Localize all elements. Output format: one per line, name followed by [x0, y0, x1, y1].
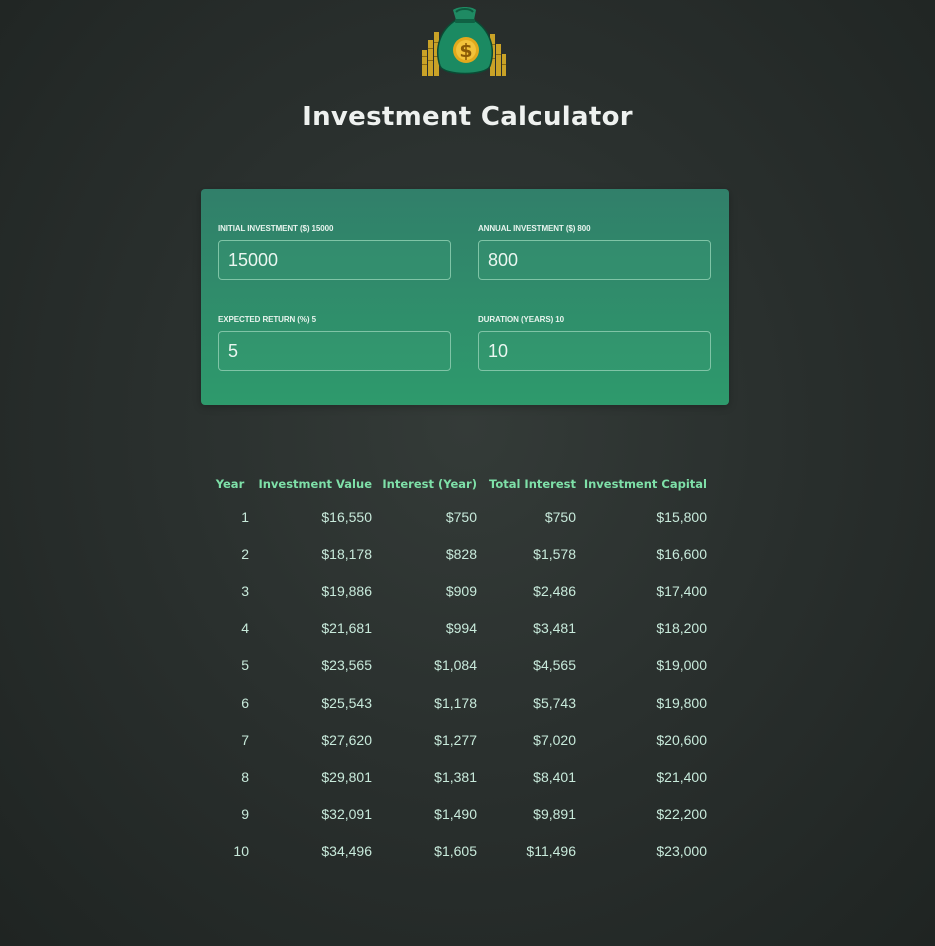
table-row: 9 $32,091 $1,490 $9,891 $22,200 [211, 796, 707, 833]
cell-investment-capital: $19,800 [656, 694, 707, 711]
table-body: 1 $16,550 $750 $750 $15,800 2 $18,178 $828 $1,57… [211, 498, 707, 870]
table-row: 4 $21,681 $994 $3,481 $18,200 [211, 610, 707, 647]
cell-investment-value: $34,496 [321, 843, 372, 860]
cell-total-interest: $1,578 [533, 545, 576, 562]
table-row: 7 $27,620 $1,277 $7,020 $20,600 [211, 721, 707, 758]
cell-investment-value: $23,565 [321, 657, 372, 674]
duration-field: Duration (Years) 10 10 [478, 314, 711, 371]
cell-investment-value: $21,681 [321, 620, 372, 637]
annual-investment-input[interactable]: 800 [478, 240, 711, 280]
cell-interest-year: $1,490 [434, 806, 477, 823]
cell-year: 1 [241, 508, 249, 525]
cell-year: 4 [241, 620, 249, 637]
cell-interest-year: $750 [445, 508, 477, 525]
cell-interest-year: $828 [445, 545, 477, 562]
table-row: 10 $34,496 $1,605 $11,496 $23,000 [211, 833, 707, 870]
cell-interest-year: $909 [445, 582, 477, 599]
cell-total-interest: $4,565 [533, 657, 576, 674]
header-total-interest: Total Interest [489, 477, 576, 491]
cell-investment-capital: $18,200 [656, 620, 707, 637]
cell-investment-value: $32,091 [321, 806, 372, 823]
cell-year: 2 [241, 545, 249, 562]
cell-year: 9 [241, 806, 249, 823]
svg-text:$: $ [459, 40, 472, 62]
cell-year: 8 [241, 768, 249, 785]
cell-total-interest: $11,496 [526, 843, 576, 860]
table-row: 5 $23,565 $1,084 $4,565 $19,000 [211, 647, 707, 684]
initial-investment-label: Initial Investment ($) 15000 [218, 224, 334, 233]
annual-investment-label: Annual Investment ($) 800 [478, 224, 591, 233]
cell-total-interest: $7,020 [533, 731, 576, 748]
cell-investment-capital: $23,000 [656, 843, 707, 860]
table-row: 2 $18,178 $828 $1,578 $16,600 [211, 535, 707, 572]
table-row: 6 $25,543 $1,178 $5,743 $19,800 [211, 684, 707, 721]
expected-return-input[interactable]: 5 [218, 331, 451, 371]
cell-investment-capital: $17,400 [656, 582, 707, 599]
header-year: Year [215, 477, 245, 491]
cell-investment-value: $18,178 [321, 545, 372, 562]
cell-interest-year: $1,381 [434, 768, 477, 785]
header-investment-capital: Investment Capital [583, 477, 707, 491]
page-title: Investment Calculator [302, 102, 633, 132]
initial-investment-input[interactable]: 15000 [218, 240, 451, 280]
cell-investment-capital: $20,600 [656, 731, 707, 748]
input-card: Initial Investment ($) 15000 15000 Annua… [201, 189, 729, 405]
table-header-row: Year Investment Value Interest (Year) To… [211, 470, 707, 498]
table-row: 1 $16,550 $750 $750 $15,800 [211, 498, 707, 535]
cell-year: 5 [241, 657, 249, 674]
table-row: 8 $29,801 $1,381 $8,401 $21,400 [211, 758, 707, 795]
cell-total-interest: $2,486 [533, 582, 576, 599]
cell-year: 10 [233, 843, 249, 860]
cell-investment-capital: $16,600 [656, 545, 707, 562]
cell-investment-value: $29,801 [321, 768, 372, 785]
annual-investment-field: Annual Investment ($) 800 800 [478, 223, 711, 280]
cell-investment-capital: $15,800 [656, 508, 707, 525]
cell-total-interest: $9,891 [533, 806, 576, 823]
cell-total-interest: $8,401 [533, 768, 576, 785]
table-row: 3 $19,886 $909 $2,486 $17,400 [211, 572, 707, 609]
expected-return-label: Expected Return (%) 5 [218, 315, 316, 324]
header-investment-value: Investment Value [258, 477, 372, 491]
header-interest-year: Interest (Year) [382, 477, 477, 491]
cell-year: 7 [241, 731, 249, 748]
cell-investment-capital: $19,000 [656, 657, 707, 674]
cell-interest-year: $1,178 [434, 694, 477, 711]
cell-investment-capital: $22,200 [656, 806, 707, 823]
results-table: Year Investment Value Interest (Year) To… [211, 470, 707, 870]
cell-total-interest: $3,481 [533, 620, 576, 637]
cell-total-interest: $750 [544, 508, 576, 525]
cell-investment-value: $25,543 [321, 694, 372, 711]
cell-interest-year: $1,277 [434, 731, 477, 748]
cell-year: 3 [241, 582, 249, 599]
cell-investment-value: $19,886 [321, 582, 372, 599]
cell-investment-value: $16,550 [321, 508, 372, 525]
money-bag-dollar-icon: $ [422, 7, 506, 76]
duration-input[interactable]: 10 [478, 331, 711, 371]
cell-interest-year: $1,084 [434, 657, 477, 674]
cell-interest-year: $994 [445, 620, 477, 637]
cell-investment-value: $27,620 [321, 731, 372, 748]
duration-label: Duration (Years) 10 [478, 315, 564, 324]
initial-investment-field: Initial Investment ($) 15000 15000 [218, 223, 451, 280]
cell-interest-year: $1,605 [434, 843, 477, 860]
cell-investment-capital: $21,400 [656, 768, 707, 785]
cell-year: 6 [241, 694, 249, 711]
expected-return-field: Expected Return (%) 5 5 [218, 314, 451, 371]
cell-total-interest: $5,743 [533, 694, 576, 711]
